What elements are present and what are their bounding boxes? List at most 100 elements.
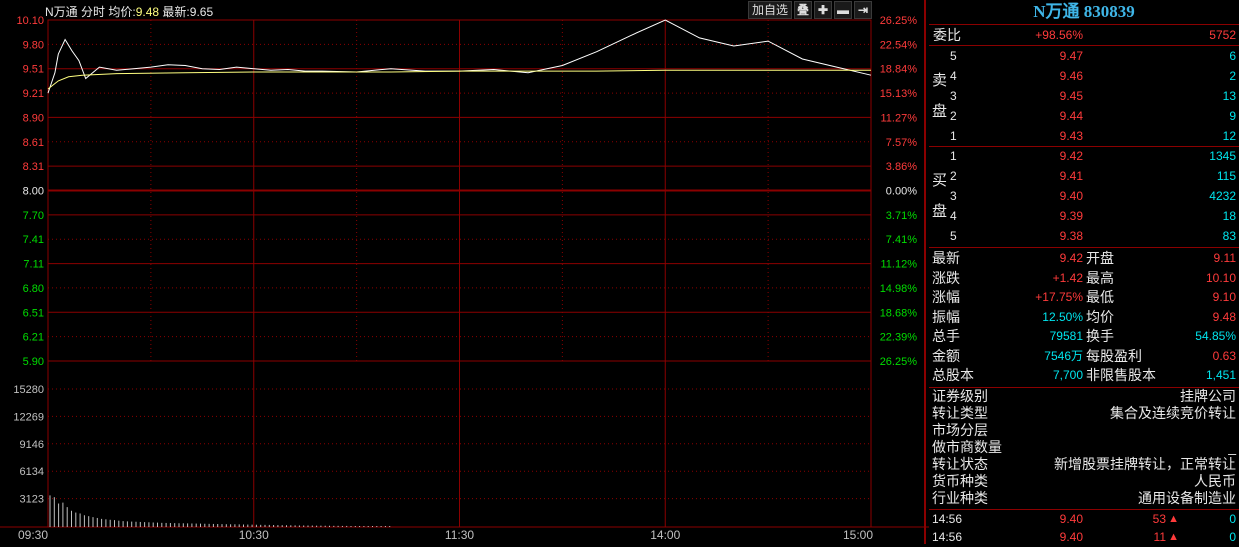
info-label: 证券级别 (932, 388, 988, 404)
tick-row[interactable]: 14:56 9.40 53 ▲ 0 (929, 510, 1239, 529)
chart-mode: 分时 (81, 5, 106, 19)
stat-value: 7,700 (1052, 368, 1083, 382)
stat-row: 总手 79581 换手 54.85% (929, 327, 1239, 346)
buy-volume: 18 (1222, 209, 1236, 223)
tick-time: 14:56 (932, 512, 963, 526)
stat-row: 振幅 12.50% 均价 9.48 (929, 308, 1239, 327)
tick-volume: 53 (1152, 512, 1166, 526)
sell-level-row[interactable]: 3 9.45 13 (929, 87, 1239, 106)
stat-value: +1.42 (1052, 270, 1083, 285)
level-number: 3 (950, 89, 957, 103)
buy-volume: 83 (1222, 229, 1236, 243)
buy-side-label-2: 盘 (932, 203, 948, 220)
zoom-in-icon[interactable]: ✚ (814, 1, 832, 19)
overlay-button[interactable]: 叠 (794, 1, 812, 19)
buy-price: 9.40 (1059, 189, 1083, 203)
buy-volume: 1345 (1209, 149, 1236, 163)
buy-level-row[interactable]: 1 9.42 1345 (929, 147, 1239, 166)
tick-row[interactable]: 14:56 9.40 11 ▲ 0 (929, 528, 1239, 547)
stat-value: 12.50% (1042, 309, 1083, 324)
info-label: 转让类型 (932, 405, 988, 421)
buy-volume: 4232 (1209, 189, 1236, 203)
info-row: 行业种类 通用设备制造业 (929, 491, 1239, 508)
intraday-chart[interactable]: 10.10 26.25% 9.80 22.54% 9.51 18.84% 9.21 15.13… (0, 0, 929, 544)
volume-tick-label: 6134 (20, 466, 44, 478)
sell-volume: 6 (1229, 49, 1236, 63)
sell-level-row[interactable]: 1 9.43 12 (929, 127, 1239, 146)
volume-tick-label: 9146 (20, 439, 44, 451)
sell-volume: 13 (1222, 89, 1236, 103)
zoom-out-icon[interactable]: ▬ (834, 1, 852, 19)
stat-label: 每股盈利 (1086, 347, 1142, 364)
stat-value: 9.48 (1212, 309, 1236, 324)
price-tick-label: 6.80 (23, 283, 44, 295)
pct-tick-label: 26.25% (880, 15, 918, 27)
order-ratio-label: 委比 (933, 27, 961, 43)
add-watchlist-button[interactable]: 加自选 (747, 1, 792, 19)
buy-side-label-1: 买 (932, 172, 948, 189)
price-tick-label: 7.11 (23, 259, 44, 271)
buy-price: 9.38 (1059, 229, 1083, 243)
buy-level-row[interactable]: 4 9.39 18 (929, 207, 1239, 226)
info-value: _ (1228, 439, 1236, 455)
last-price-value: 9.65 (189, 5, 214, 19)
sell-price: 9.43 (1059, 129, 1083, 143)
pct-tick-label: 3.71% (886, 210, 917, 222)
sell-level-row[interactable]: 2 9.44 9 (929, 107, 1239, 126)
price-tick-label: 8.90 (23, 112, 44, 124)
chart-toolbar: 加自选 叠 ✚ ▬ ⇥ (747, 1, 872, 19)
time-tick-label: 10:30 (239, 528, 269, 542)
order-ratio-row: 委比 +98.56% 5752 (929, 26, 1239, 45)
sell-side-label-2: 盘 (932, 103, 948, 120)
info-label: 做市商数量 (932, 439, 1002, 455)
chart-header: N万通 分时 均价:9.48 最新:9.65 (45, 3, 213, 20)
info-row: 做市商数量 _ (929, 440, 1239, 457)
tick-volume: 11 (1153, 530, 1166, 544)
avg-price-value: 9.48 (135, 5, 160, 19)
price-tick-label: 6.21 (23, 332, 44, 344)
info-value: 新增股票挂牌转让，正常转让 (1054, 456, 1236, 472)
pct-tick-label: 11.12% (881, 259, 918, 271)
level-number: 2 (950, 109, 957, 123)
stock-name: N万通 (45, 5, 78, 19)
stat-label: 涨跌 (932, 269, 960, 286)
level-number: 5 (950, 229, 957, 243)
stat-value: 9.42 (1059, 251, 1083, 265)
info-row: 转让状态 新增股票挂牌转让，正常转让 (929, 457, 1239, 474)
sell-price: 9.46 (1059, 69, 1083, 83)
stat-label: 非限售股本 (1086, 367, 1156, 383)
price-tick-label: 6.51 (23, 307, 44, 319)
info-value: 人民币 (1194, 473, 1236, 489)
stat-label: 开盘 (1086, 250, 1114, 266)
info-label: 市场分层 (932, 422, 988, 438)
stat-label: 最低 (1086, 289, 1114, 305)
up-arrow-icon: ▲ (1168, 513, 1179, 525)
pct-tick-label: 15.13% (880, 88, 918, 100)
time-tick-label: 09:30 (18, 528, 48, 542)
buy-price: 9.42 (1059, 149, 1083, 163)
stat-row: 涨幅 +17.75% 最低 9.10 (929, 288, 1239, 307)
price-tick-label: 10.10 (16, 15, 44, 27)
sell-level-row[interactable]: 5 9.47 6 (929, 47, 1239, 66)
sell-level-row[interactable]: 4 9.46 2 (929, 67, 1239, 86)
tick-price: 9.40 (1059, 512, 1083, 526)
stat-value: 10.10 (1205, 270, 1236, 285)
price-tick-label: 9.80 (23, 39, 44, 51)
stock-title: N万通 830839 (1033, 2, 1135, 21)
stat-label: 金额 (932, 347, 960, 364)
tick-count: 0 (1229, 530, 1236, 544)
price-tick-label: 9.51 (23, 64, 44, 76)
buy-volume: 115 (1216, 169, 1236, 183)
stat-label: 涨幅 (932, 289, 960, 305)
buy-level-row[interactable]: 3 9.40 4232 (929, 187, 1239, 206)
price-tick-label: 5.90 (23, 356, 44, 368)
volume-tick-label: 15280 (13, 384, 44, 396)
buy-level-row[interactable]: 2 9.41 115 (929, 167, 1239, 186)
pct-tick-label: 26.25% (880, 356, 918, 368)
buy-price: 9.41 (1059, 169, 1083, 183)
stat-value: 7546万 (1044, 348, 1083, 363)
buy-level-row[interactable]: 5 9.38 83 (929, 227, 1239, 246)
price-tick-label: 8.00 (23, 186, 44, 198)
expand-icon[interactable]: ⇥ (854, 1, 872, 19)
time-tick-label: 15:00 (843, 528, 873, 542)
